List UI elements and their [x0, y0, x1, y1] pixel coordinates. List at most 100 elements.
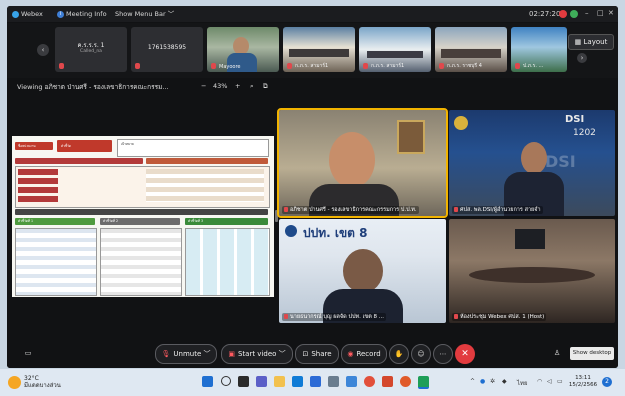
weather-temp: 32°C — [24, 375, 39, 382]
layout-button[interactable]: ▦ Layout — [568, 34, 614, 50]
slide-data-block — [15, 166, 270, 208]
strip-prev-button[interactable]: ‹ — [37, 44, 49, 56]
resize-handle[interactable] — [275, 210, 278, 222]
file-explorer-icon[interactable] — [274, 376, 285, 387]
start-video-button[interactable]: ▣ Start video ﹀ — [221, 344, 293, 364]
windows-taskbar: 32°C มีแดดบางส่วน ^ ● ✲ ◆ ไทย ◠ ◁ ▭ 13:1… — [0, 369, 625, 396]
share-label: Share — [311, 350, 332, 358]
participant-label: ป.ภ.ร. ... — [523, 63, 544, 69]
dsi-number: 1202 — [573, 128, 596, 138]
participant-thumb-7[interactable]: ป.ภ.ร. ... — [511, 27, 567, 72]
maximize-button[interactable]: □ — [597, 9, 604, 17]
unmute-button[interactable]: 🎙 Unmute ﹀ — [155, 344, 217, 364]
agency-banner: ปปท. เขต 8 — [303, 226, 368, 240]
video-label: นายธนากรณ์ บุญ ผลจัด ปปท. เขต 8 ... — [282, 313, 387, 321]
participant-thumb-5[interactable]: ก.ภ.ร. สามาร์1 — [359, 27, 431, 72]
participant-thumb-1[interactable]: ค.ร.ร.ร. 1 Called_na — [55, 27, 127, 72]
raise-hand-button[interactable]: ✋ — [389, 344, 409, 364]
dsi-watermark: DSI — [545, 152, 576, 171]
slide-row-header — [15, 158, 143, 164]
agency-emblem-icon — [285, 225, 297, 237]
chevron-right-icon: › — [580, 54, 584, 62]
more-options-button[interactable]: ⋯ — [433, 344, 453, 364]
video-tile-dsi[interactable]: DSI 1202 DSI ศปส. พล.DSI/ผู้อำนวยการ สาย… — [449, 110, 615, 216]
participant-thumb-3[interactable]: Mayoore — [207, 27, 279, 72]
app-title[interactable]: Webex — [12, 9, 43, 19]
battery-icon[interactable]: ▭ — [557, 378, 563, 385]
meeting-timer: 02:27:20 — [529, 10, 561, 18]
tray-app-icon[interactable]: ◆ — [502, 378, 507, 385]
slide-label-bar — [18, 169, 58, 175]
settings-icon[interactable] — [328, 376, 339, 387]
language-indicator[interactable]: ไทย — [517, 378, 528, 388]
meeting-info-button[interactable]: i Meeting Info — [57, 9, 107, 19]
reactions-button[interactable]: ☺ — [411, 344, 431, 364]
close-window-button[interactable]: ✕ — [608, 9, 614, 17]
chat-icon[interactable]: ▭ — [19, 344, 37, 362]
more-icon: ⋯ — [439, 350, 447, 358]
webex-window: Webex i Meeting Info Show Menu Bar ﹀ 02:2… — [7, 6, 618, 368]
smiley-icon: ☺ — [417, 350, 425, 358]
bluetooth-icon[interactable]: ✲ — [490, 378, 495, 385]
webex-tray-icon[interactable]: ● — [480, 378, 485, 385]
taskbar-clock[interactable]: 13:11 15/2/2566 — [568, 375, 598, 389]
powerpoint-icon[interactable] — [382, 376, 393, 387]
slide-label-bar — [18, 178, 58, 184]
firefox-icon[interactable] — [400, 376, 411, 387]
search-icon[interactable] — [221, 376, 231, 386]
zoom-in-button[interactable]: + — [235, 82, 240, 90]
start-icon[interactable] — [202, 376, 213, 387]
share-button[interactable]: ⊡ Share — [295, 344, 339, 364]
volume-icon[interactable]: ◁ — [547, 378, 552, 385]
video-tile-active-speaker[interactable]: อภิชาต ป่านศรี - รองเลขาธิการคณะกรรมการ … — [277, 108, 448, 218]
mic-muted-icon — [284, 207, 288, 212]
store-icon[interactable] — [310, 376, 321, 387]
mic-muted-icon — [454, 314, 458, 319]
zoom-out-button[interactable]: − — [201, 82, 206, 90]
edge-icon[interactable] — [292, 376, 303, 387]
popout-icon[interactable]: ⧉ — [263, 82, 268, 91]
leave-meeting-button[interactable]: ✕ — [455, 344, 475, 364]
teams-chat-icon[interactable] — [256, 376, 267, 387]
video-tile-host-room[interactable]: ห้องประชุม Webex ศปส. 1 (Host) — [449, 219, 615, 323]
participant-thumb-2[interactable]: 1761538595 — [131, 27, 203, 72]
slide-goal-box: เป้าหมาย — [117, 139, 269, 157]
close-icon: ✕ — [461, 349, 469, 359]
app-icon[interactable] — [346, 376, 357, 387]
dsi-logo: DSI — [565, 114, 585, 125]
weather-sun-icon[interactable] — [8, 376, 21, 389]
mic-muted-icon — [515, 63, 520, 69]
record-label: Record — [356, 350, 381, 358]
chrome-icon[interactable] — [364, 376, 375, 387]
video-label-text: ศปส. พล.DSI/ผู้อำนวยการ สายจำ — [460, 207, 541, 213]
record-icon: ◉ — [347, 350, 354, 358]
task-view-icon[interactable] — [238, 376, 249, 387]
mic-muted-icon: 🎙 — [161, 350, 171, 358]
strip-next-button[interactable]: › — [577, 53, 587, 63]
slide-section-2: ตัวชี้วัดที่ 2 — [100, 218, 180, 225]
mic-muted-icon — [284, 314, 288, 319]
participant-thumb-4[interactable]: ก.ภ.ร. สามาร์1 — [283, 27, 355, 72]
hand-icon: ✋ — [394, 350, 404, 358]
slide-label-bar — [18, 187, 58, 193]
meeting-table — [469, 267, 595, 283]
slide-header-tag: ชื่อหน่วยงาน — [15, 142, 53, 150]
show-hidden-icons[interactable]: ^ — [470, 378, 475, 385]
wifi-icon[interactable]: ◠ — [537, 378, 542, 385]
show-menu-bar-button[interactable]: Show Menu Bar ﹀ — [115, 9, 174, 19]
record-button[interactable]: ◉ Record — [341, 344, 387, 364]
weather-widget[interactable]: 32°C มีแดดบางส่วน — [24, 375, 61, 389]
shared-screen: ชื่อหน่วยงาน ตัวชี้วัด เป้าหมาย ตัวชี้วั… — [12, 136, 274, 297]
notification-badge[interactable]: 2 — [602, 377, 612, 387]
slide-column-2 — [100, 228, 182, 296]
participants-button[interactable]: ♙ — [548, 344, 566, 362]
video-tile-ppt8[interactable]: ปปท. เขต 8 นายธนากรณ์ บุญ ผลจัด ปปท. เขต… — [279, 219, 446, 323]
magnifier-icon[interactable]: ⌕ — [250, 82, 254, 91]
participant-thumb-6[interactable]: ก.ภ.ร. ราชบุรี 4 — [435, 27, 507, 72]
video-label-text: อภิชาต ป่านศรี - รองเลขาธิการคณะกรรมการ … — [290, 207, 417, 213]
webex-taskbar-icon[interactable] — [418, 376, 429, 389]
slide-goal-label: เป้าหมาย — [121, 142, 134, 146]
meeting-table — [367, 51, 423, 58]
minimize-button[interactable]: – — [585, 9, 589, 17]
show-desktop-button[interactable]: Show desktop — [570, 347, 614, 360]
